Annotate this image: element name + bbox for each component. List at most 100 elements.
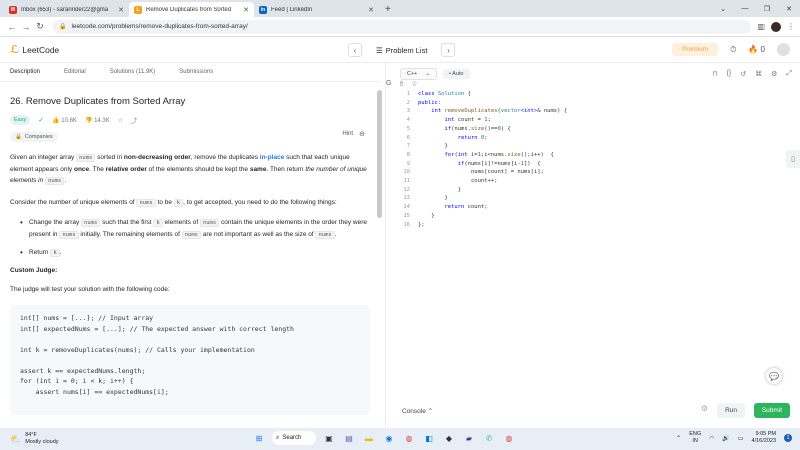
tab-editorial[interactable]: Editorial — [64, 69, 86, 75]
line-numbers: 1 2 3 4 5 6 7 8 9 10 11 12 13 14 15 16 — [400, 90, 410, 229]
maximize-button[interactable]: ❐ — [756, 5, 778, 13]
prev-problem-button[interactable]: ‹ — [348, 43, 362, 57]
tab-linkedin[interactable]: in Feed | LinkedIn ✕ — [254, 2, 379, 17]
auto-mode-button[interactable]: • Auto — [443, 69, 470, 79]
line-number: 3 — [406, 108, 410, 115]
tab-submissions[interactable]: Submissions — [179, 69, 213, 75]
tab-description[interactable]: Description — [10, 69, 40, 75]
line-number: 10 — [403, 169, 410, 176]
problem-condition: Consider the number of unique elements o… — [10, 199, 337, 207]
minimize-button[interactable]: — — [734, 5, 756, 12]
editor-icons: ⊓ {} ↺ ⌘ ⚙ ⤢ — [712, 70, 792, 78]
notification-badge[interactable]: 1 — [784, 434, 792, 442]
console-button[interactable]: Console ⌃ — [402, 407, 433, 415]
fullscreen-icon[interactable]: ⤢ — [786, 70, 792, 78]
chrome-icon[interactable]: ◍ — [402, 431, 416, 445]
fire-icon[interactable]: 🔥 0 — [748, 45, 765, 54]
weather-text: Mostly cloudy — [25, 439, 59, 445]
chrome-active-icon[interactable]: ◍ — [502, 431, 516, 445]
volume-icon[interactable]: 🔊 — [722, 435, 729, 442]
timer-icon[interactable]: ⏱ — [730, 45, 736, 55]
teams-icon[interactable]: ▤ — [342, 431, 356, 445]
leetcode-logo[interactable]: ℒ LeetCode — [10, 43, 59, 56]
tab-title: Remove Duplicates from Sorted — [146, 6, 232, 13]
user-avatar[interactable] — [777, 43, 790, 56]
list-item: Change the array nums such that the firs… — [20, 217, 370, 241]
url-bar[interactable]: 🔒 leetcode.com/problems/remove-duplicate… — [53, 19, 752, 88]
close-icon[interactable]: ✕ — [368, 6, 374, 14]
app-icon[interactable]: ◆ — [442, 431, 456, 445]
chevron-up-icon[interactable]: ⌃ — [676, 435, 681, 442]
submit-button[interactable]: Submit — [753, 403, 790, 418]
difficulty-badge: Easy — [10, 115, 31, 125]
list-icon: ☰ — [376, 45, 383, 55]
settings-icon[interactable]: ⚙ — [771, 70, 777, 78]
line-number: 15 — [403, 212, 410, 219]
line-number: 1 — [406, 91, 410, 97]
code-editor[interactable]: 1 2 3 4 5 6 7 8 9 10 11 12 13 14 15 16 c… — [386, 90, 786, 290]
tab-leetcode[interactable]: L Remove Duplicates from Sorted ✕ — [129, 2, 254, 17]
leetcode-header: ℒ LeetCode ‹ ☰ Problem List › Premium ⏱ … — [0, 37, 800, 63]
language-value: C++ — [407, 71, 418, 77]
battery-icon[interactable]: ▭ — [738, 435, 744, 442]
document-icon: ▯ — [791, 156, 795, 163]
next-problem-button[interactable]: › — [441, 43, 456, 57]
companies-button[interactable]: 🔒 Companies — [10, 132, 58, 142]
share-icon[interactable]: ⤴ — [131, 116, 137, 125]
new-tab-button[interactable]: + — [379, 4, 397, 17]
shortcut-icon[interactable]: ⌘ — [755, 70, 762, 78]
wifi-icon[interactable]: ◠ — [709, 435, 714, 442]
favorite-star-icon[interactable]: ☆ — [118, 117, 123, 124]
chat-bubble-button[interactable]: 💬 — [766, 368, 782, 384]
forward-button[interactable]: → — [19, 22, 33, 32]
bookmark-icon[interactable]: ⊓ — [712, 70, 717, 78]
url-text: leetcode.com/problems/remove-duplicates-… — [71, 23, 248, 30]
store-icon[interactable]: ◧ — [422, 431, 436, 445]
clock[interactable]: 9:05 PM 4/16/2023 — [752, 431, 776, 445]
app-icon[interactable]: ▰ — [462, 431, 476, 445]
menu-icon[interactable]: ⋮ — [787, 22, 795, 31]
dislike-button[interactable]: 👎 14.3K — [85, 117, 110, 124]
language-indicator[interactable]: ENG IN — [689, 431, 701, 445]
like-button[interactable]: 👍 10.6K — [52, 117, 77, 124]
tab-title: Feed | LinkedIn — [271, 6, 313, 13]
language-select[interactable]: C++ ⌄ — [400, 68, 438, 80]
braces-icon[interactable]: {} — [727, 70, 732, 78]
judge-code-block: int[] nums = [...]; // Input array int[]… — [10, 305, 370, 415]
close-icon[interactable]: ✕ — [243, 6, 249, 14]
problem-list-button[interactable]: ☰ Problem List — [376, 46, 427, 55]
close-window-button[interactable]: ✕ — [778, 5, 800, 13]
solved-check-icon: ✓ — [38, 117, 45, 124]
info-icon[interactable]: ⊖ — [359, 130, 365, 138]
side-panel-toggle[interactable]: ▯ — [786, 150, 800, 168]
chevron-down-icon[interactable]: ⌄ — [712, 5, 734, 13]
task-view-icon[interactable]: ▣ — [322, 431, 336, 445]
linkedin-icon: in — [259, 5, 267, 14]
debug-icon[interactable]: ⚙ — [701, 404, 708, 413]
weather-widget[interactable]: ⛅ 84°F Mostly cloudy — [0, 432, 120, 446]
edge-icon[interactable]: ◉ — [382, 431, 396, 445]
description-scrollbar[interactable] — [377, 90, 382, 218]
premium-button[interactable]: Premium — [672, 43, 719, 56]
description-panel: Description Editorial Solutions (11.9K) … — [0, 63, 380, 428]
run-button[interactable]: Run — [717, 403, 745, 418]
problem-title: 26. Remove Duplicates from Sorted Array — [10, 96, 186, 107]
requirements-list: Change the array nums such that the firs… — [10, 217, 370, 259]
hint-button[interactable]: Hint — [342, 131, 353, 137]
windows-start-icon[interactable]: ⊞ — [252, 431, 266, 445]
whatsapp-icon[interactable]: ✆ — [482, 431, 496, 445]
chat-icon: 💬 — [769, 371, 779, 381]
profile-avatar[interactable] — [771, 21, 781, 32]
sidebar-icon[interactable]: ▥ — [757, 22, 765, 31]
taskbar-search[interactable]: ⌕ Search — [272, 431, 316, 445]
tab-gmail[interactable]: M Inbox (653) - saranrider22@gma ✕ — [4, 2, 129, 17]
close-icon[interactable]: ✕ — [118, 6, 124, 14]
dislike-count: 14.3K — [94, 117, 110, 124]
back-button[interactable]: ← — [5, 22, 19, 32]
lang-code: ENG — [689, 431, 702, 437]
reload-button[interactable]: ↻ — [33, 21, 47, 32]
tab-solutions[interactable]: Solutions (11.9K) — [110, 69, 156, 75]
reset-icon[interactable]: ↺ — [740, 70, 746, 78]
file-explorer-icon[interactable]: ▬ — [362, 431, 376, 445]
line-number: 14 — [403, 204, 410, 211]
